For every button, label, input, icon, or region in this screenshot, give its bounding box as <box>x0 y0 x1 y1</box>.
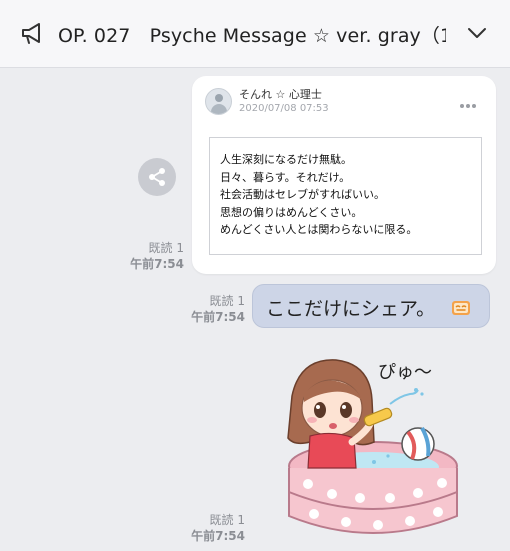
sticker-image[interactable]: ぴゅ〜 <box>270 350 492 546</box>
message-receipt: 既読 1 午前7:54 <box>178 512 245 544</box>
message-receipt: 既読 1 午前7:54 <box>178 293 245 325</box>
read-status: 既読 1 <box>148 241 184 255</box>
sticker-text: ぴゅ〜 <box>378 362 432 383</box>
read-status: 既読 1 <box>209 294 245 308</box>
more-options-icon[interactable] <box>460 93 480 108</box>
post-body: 人生深刻になるだけ無駄。 日々、暮らす。それだけ。 社会活動はセレブがすればいい… <box>209 137 482 255</box>
share-icon <box>149 168 165 186</box>
post-line: 日々、暮らす。それだけ。 <box>220 170 351 184</box>
read-status: 既読 1 <box>209 513 245 527</box>
message-bubble[interactable]: ここだけにシェア。 <box>252 284 490 328</box>
message-time: 午前7:54 <box>130 257 184 271</box>
emoji-icon <box>452 301 470 315</box>
chat-title[interactable]: OP. 027 Psyche Message ☆ ver. gray（1 ... <box>58 21 446 48</box>
chat-header: OP. 027 Psyche Message ☆ ver. gray（1 ... <box>0 0 510 68</box>
megaphone-icon[interactable] <box>20 22 46 46</box>
post-line: 思想の偏りはめんどくさい。 <box>220 205 363 219</box>
shared-post-card[interactable]: そんれ ☆ 心理士 2020/07/08 07:53 人生深刻になるだけ無駄。 … <box>192 76 496 274</box>
post-line: 人生深刻になるだけ無駄。 <box>220 153 352 166</box>
message-time: 午前7:54 <box>191 529 245 543</box>
chevron-down-icon[interactable] <box>466 24 488 42</box>
message-time: 午前7:54 <box>191 310 245 324</box>
avatar[interactable] <box>205 88 232 115</box>
post-line: めんどくさい人とは関わらないに限る。 <box>220 223 418 236</box>
message-receipt: 既読 1 午前7:54 <box>118 240 184 272</box>
share-button[interactable] <box>138 158 176 196</box>
post-date: 2020/07/08 07:53 <box>239 103 329 114</box>
post-line: 社会活動はセレブがすればいい。 <box>220 188 385 201</box>
post-author[interactable]: そんれ ☆ 心理士 <box>239 86 322 102</box>
message-text: ここだけにシェア。 <box>266 298 436 320</box>
